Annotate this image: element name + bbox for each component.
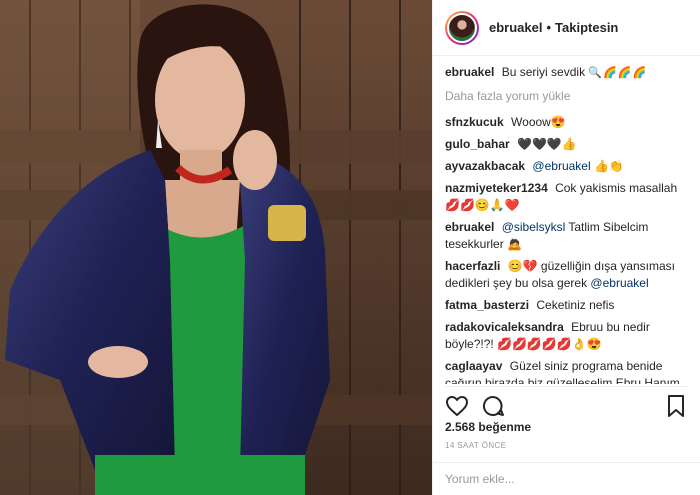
header-text: ebruakel • Takiptesin (489, 20, 618, 35)
comment-item: fatma_basterzi Ceketiniz nefis (445, 297, 692, 314)
comment-item: gulo_bahar 🖤🖤🖤👍 (445, 136, 692, 153)
comment-mention[interactable]: @ebruakel (532, 159, 590, 173)
heart-icon[interactable] (445, 394, 469, 418)
comment-item: sfnzkucuk Wooow😍 (445, 114, 692, 131)
avatar[interactable] (445, 10, 479, 45)
comment-item: ayvazakbacak @ebruakel 👍👏 (445, 158, 692, 175)
comment-icon[interactable] (481, 394, 505, 418)
likes-count[interactable]: 2.568 beğenme (445, 420, 531, 434)
comment-text: Ceketiniz nefis (536, 298, 615, 312)
post-header: ebruakel • Takiptesin (433, 0, 700, 56)
comment-text: 🖤🖤🖤👍 (517, 137, 577, 151)
separator-dot: • (546, 20, 552, 35)
comment-user[interactable]: nazmiyeteker1234 (445, 181, 548, 195)
comment-mention[interactable]: @sibelsyksl (502, 220, 566, 234)
load-more-comments-link[interactable]: Daha fazla yorum yükle (445, 88, 692, 105)
comment-item: radakovicaleksandra Ebruu bu nedir böyle… (445, 319, 692, 353)
comment-user[interactable]: sfnzkucuk (445, 115, 504, 129)
post-timestamp[interactable]: 14 saat önce (445, 441, 506, 450)
add-comment-input[interactable] (445, 472, 688, 486)
add-comment-bar (433, 462, 700, 495)
comment-item: caglaayav Güzel siniz programa benide ça… (445, 358, 692, 384)
comment-user[interactable]: fatma_basterzi (445, 298, 529, 312)
comment-text: Wooow😍 (511, 115, 566, 129)
follow-status[interactable]: Takiptesin (555, 20, 618, 35)
bookmark-icon[interactable] (664, 394, 688, 418)
post-photo[interactable] (0, 0, 432, 495)
caption: ebruakel Bu seriyi sevdik 🔍🌈🌈🌈 (445, 64, 692, 82)
action-bar (445, 386, 688, 418)
comment-item: hacerfazli 😊💔 güzelliğin dışa yansıması … (445, 258, 692, 292)
comment-user[interactable]: radakovicaleksandra (445, 320, 564, 334)
comment-item: nazmiyeteker1234 Cok yakismis masallah 💋… (445, 180, 692, 214)
comment-text: 👍👏 (593, 159, 624, 173)
comment-user[interactable]: gulo_bahar (445, 137, 510, 151)
comment-user[interactable]: ebruakel (445, 220, 494, 234)
caption-text: Bu seriyi sevdik (501, 65, 586, 79)
post-image (0, 0, 432, 495)
caption-emojis: 🔍🌈🌈🌈 (588, 67, 648, 79)
comment-user[interactable]: caglaayav (445, 359, 502, 373)
comment-mention[interactable]: @ebruakel (590, 276, 648, 290)
author-username[interactable]: ebruakel (489, 20, 542, 35)
comment-item: ebruakel @sibelsyksl Tatlim Sibelcim tes… (445, 219, 692, 253)
comment-user[interactable]: ayvazakbacak (445, 159, 525, 173)
caption-user[interactable]: ebruakel (445, 65, 494, 79)
comment-list[interactable]: ebruakel Bu seriyi sevdik 🔍🌈🌈🌈 Daha fazl… (445, 64, 692, 384)
post-side-panel: ebruakel • Takiptesin ebruakel Bu seriyi… (432, 0, 700, 495)
comment-user[interactable]: hacerfazli (445, 259, 500, 273)
avatar-image (447, 12, 477, 43)
